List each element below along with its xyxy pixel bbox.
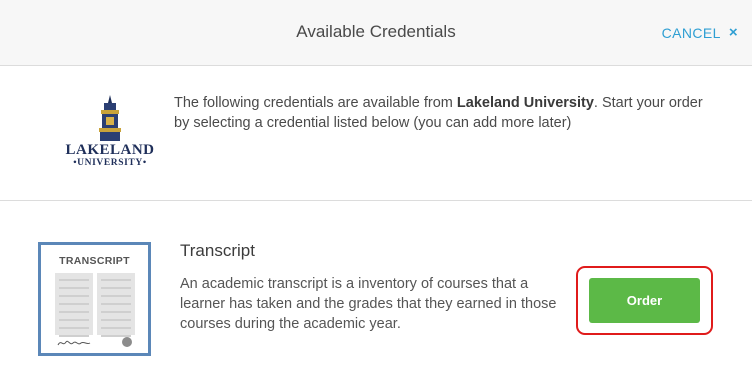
credential-title: Transcript bbox=[180, 241, 255, 260]
credential-description: An academic transcript is a inventory of… bbox=[180, 276, 557, 332]
document-column-icon bbox=[97, 273, 135, 337]
tower-icon bbox=[99, 95, 121, 141]
university-logo: LAKELAND •UNIVERSITY• bbox=[60, 95, 160, 175]
institution-name: Lakeland University bbox=[456, 95, 594, 111]
credentials-modal: Available Credentials CANCEL × LAKELAND … bbox=[0, 0, 752, 387]
transcript-thumbnail: TRANSCRIPT bbox=[38, 242, 151, 356]
logo-name: LAKELAND bbox=[65, 142, 155, 158]
intro-text-before: The following credentials are available … bbox=[174, 95, 457, 111]
cancel-button[interactable]: CANCEL × bbox=[662, 24, 738, 41]
credential-item: TRANSCRIPT Transcript An academic transc… bbox=[0, 202, 752, 387]
close-icon: × bbox=[728, 24, 738, 41]
thumbnail-title: TRANSCRIPT bbox=[59, 255, 130, 267]
modal-header: Available Credentials CANCEL × bbox=[0, 0, 752, 66]
signature-icon bbox=[57, 340, 91, 346]
seal-icon bbox=[122, 337, 132, 347]
logo-subtitle: •UNIVERSITY• bbox=[73, 158, 147, 168]
intro-text: The following credentials are available … bbox=[174, 93, 714, 133]
intro-section: LAKELAND •UNIVERSITY• The following cred… bbox=[0, 67, 752, 201]
document-column-icon bbox=[55, 273, 93, 337]
order-button-highlight: Order bbox=[576, 266, 713, 335]
order-button[interactable]: Order bbox=[589, 278, 700, 323]
modal-title: Available Credentials bbox=[296, 22, 456, 41]
cancel-label: CANCEL bbox=[661, 24, 721, 41]
